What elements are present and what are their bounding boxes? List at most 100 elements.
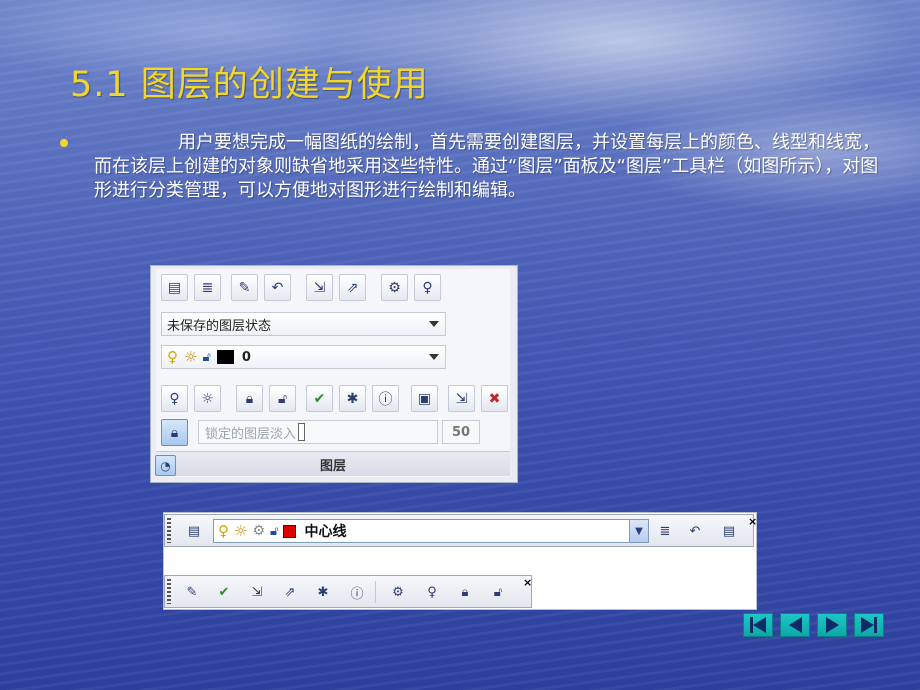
layer-off-icon: ♀ xyxy=(169,390,180,407)
chevron-down-icon xyxy=(429,354,439,360)
layer-isolate-button[interactable]: ⚙ xyxy=(386,580,410,604)
layer-properties-button[interactable]: ▤ xyxy=(182,519,206,543)
layer-walk-button[interactable]: ⇲ xyxy=(306,274,333,301)
layer-states-button[interactable]: ≣ xyxy=(194,274,221,301)
layer-lock-icon: 🔒︎ xyxy=(245,390,254,407)
layer-state-dropdown[interactable]: 未保存的图层状态 xyxy=(161,312,446,336)
color-swatch xyxy=(283,524,297,538)
fade-value-input[interactable]: 50 xyxy=(442,420,480,444)
layer-merge-icon: ✱ xyxy=(317,584,329,600)
close-icon[interactable]: × xyxy=(523,576,532,589)
layer-freeze-icon: ☼ xyxy=(201,390,214,407)
layer-off-button[interactable]: ♀ xyxy=(161,385,188,412)
layer-delete-frame-button[interactable]: ▣ xyxy=(411,385,438,412)
layer-up-icon: ⇗ xyxy=(284,584,296,600)
layer-copy-button[interactable]: ⇲ xyxy=(448,385,475,412)
viewport-freeze-icon: ⚙ xyxy=(252,523,266,539)
make-current-button[interactable]: ≣ xyxy=(653,519,677,543)
layer-previous-button[interactable]: ↶ xyxy=(683,519,707,543)
toolbar-area: ▤ ♀ ☼ ⚙ 🔓︎ 中心线 ▼ ≣ ↶ ▤ × ✎ ✔ ⇲ ⇗ ✱ ⓘ ⚙ ♀… xyxy=(163,512,757,610)
layer-up-button[interactable]: ⇗ xyxy=(278,580,302,604)
layer-states-button[interactable]: ▤ xyxy=(717,519,741,543)
layer-walk-button[interactable]: ⇲ xyxy=(245,580,269,604)
layer-merge-button[interactable]: ✱ xyxy=(311,580,335,604)
sun-icon: ☼ xyxy=(184,348,198,366)
layer-lock-button[interactable]: 🔒︎ xyxy=(236,385,263,412)
bulb-icon: ♀ xyxy=(167,348,178,366)
layer-freeze-button[interactable]: ☼ xyxy=(194,385,221,412)
panel-dialog-icon: ◔ xyxy=(160,458,171,473)
layer-merge-button[interactable]: ✱ xyxy=(339,385,366,412)
layer-check-icon: ✔ xyxy=(313,390,326,407)
layer-delete-button[interactable]: ✖ xyxy=(481,385,508,412)
first-slide-button[interactable] xyxy=(743,613,773,637)
color-swatch xyxy=(216,350,234,364)
layer-check-button[interactable]: ✔ xyxy=(212,580,236,604)
layer-gear-icon: ⚙ xyxy=(392,584,404,600)
layer-stack-icon: ≣ xyxy=(659,523,671,539)
bullet-icon xyxy=(60,139,68,147)
chevron-down-icon[interactable]: ▼ xyxy=(629,520,648,542)
layer-properties-icon: ▤ xyxy=(187,523,201,539)
next-icon xyxy=(825,617,839,633)
layer-value: 0 xyxy=(241,349,251,365)
layer-state-value: 未保存的图层状态 xyxy=(167,318,272,334)
layer-stack-icon: ≣ xyxy=(201,279,214,296)
layer-match-button[interactable]: ⇗ xyxy=(339,274,366,301)
last-icon xyxy=(861,617,877,633)
layer-panel: ▤ ≣ ✎ ↶ ⇲ ⇗ ⚙ ♀ 未保存的图层状态 ♀ ☼ 🔓︎ 0 ♀ ☼ 🔒︎… xyxy=(150,265,518,483)
last-slide-button[interactable] xyxy=(854,613,884,637)
toolbar-grip[interactable] xyxy=(167,518,171,543)
toolbar-grip[interactable] xyxy=(167,579,171,604)
slider-knob[interactable] xyxy=(298,423,306,441)
next-slide-button[interactable] xyxy=(817,613,847,637)
layer-unlock-button[interactable]: 🔓︎ xyxy=(269,385,296,412)
layer-unisolate-button[interactable]: ♀ xyxy=(414,274,441,301)
layer-bulb-icon: ♀ xyxy=(427,584,437,600)
bulb-icon: ♀ xyxy=(218,522,229,540)
previous-icon xyxy=(788,617,802,633)
layer-merge-icon: ✱ xyxy=(346,390,359,407)
chevron-down-icon xyxy=(429,321,439,327)
layer-copy-icon: ⇲ xyxy=(455,390,468,407)
frame-icon: ▣ xyxy=(417,390,432,407)
layer-panel-body: ▤ ≣ ✎ ↶ ⇲ ⇗ ⚙ ♀ 未保存的图层状态 ♀ ☼ 🔓︎ 0 ♀ ☼ 🔒︎… xyxy=(156,269,510,477)
layers-toolbar: ▤ ♀ ☼ ⚙ 🔓︎ 中心线 ▼ ≣ ↶ ▤ × xyxy=(164,514,757,547)
delete-icon: ✖ xyxy=(488,390,501,407)
layer-isolate-button[interactable]: ⚙ xyxy=(381,274,408,301)
panel-expand-button[interactable]: ◔ xyxy=(155,455,176,476)
layer-unlock-button[interactable]: 🔓︎ xyxy=(486,580,510,604)
layer-undo-icon: ↶ xyxy=(271,279,284,296)
layer-brush-icon: ✎ xyxy=(186,584,198,600)
layer-off-button[interactable]: ♀ xyxy=(420,580,444,604)
slide-paragraph: 用户要想完成一幅图纸的绘制，首先需要创建图层，并设置每层上的颜色、线型和线宽，而… xyxy=(94,132,880,201)
layer-dropdown[interactable]: ♀ ☼ 🔓︎ 0 xyxy=(161,345,446,369)
layers-ii-toolbar: ✎ ✔ ⇲ ⇗ ✱ ⓘ ⚙ ♀ 🔒︎ 🔓︎ × xyxy=(164,575,532,608)
previous-slide-button[interactable] xyxy=(780,613,810,637)
fade-label: 锁定的图层淡入 xyxy=(205,426,297,442)
sun-icon: ☼ xyxy=(234,522,248,540)
layer-lock-button[interactable]: 🔒︎ xyxy=(453,580,477,604)
layer-properties-button[interactable]: ▤ xyxy=(161,274,188,301)
panel-footer-label: 图层 xyxy=(319,458,346,474)
layer-states-icon: ▤ xyxy=(722,523,736,539)
layer-brush-icon: ✎ xyxy=(238,279,251,296)
locked-fade-toggle[interactable]: 🔒︎ xyxy=(161,419,188,446)
make-current-button[interactable]: ✎ xyxy=(231,274,258,301)
layer-check-icon: ✔ xyxy=(218,584,230,600)
layer-dropdown[interactable]: ♀ ☼ ⚙ 🔓︎ 中心线 ▼ xyxy=(213,519,649,543)
separator xyxy=(375,581,376,603)
close-icon[interactable]: × xyxy=(748,515,757,528)
layer-gear-icon: ⚙ xyxy=(388,279,401,296)
layer-info-icon: ⓘ xyxy=(378,391,393,408)
layer-match-button[interactable]: ✎ xyxy=(180,580,204,604)
layer-previous-button[interactable]: ↶ xyxy=(264,274,291,301)
locked-fade-slider[interactable]: 锁定的图层淡入 xyxy=(198,420,438,444)
layer-up-icon: ⇗ xyxy=(346,279,359,296)
first-icon xyxy=(750,617,766,633)
layer-info-button[interactable]: ⓘ xyxy=(372,385,399,412)
layer-check-button[interactable]: ✔ xyxy=(306,385,333,412)
layer-info-button[interactable]: ⓘ xyxy=(345,580,369,604)
unlock-icon: 🔓︎ xyxy=(202,349,211,365)
layer-value: 中心线 xyxy=(304,524,347,540)
